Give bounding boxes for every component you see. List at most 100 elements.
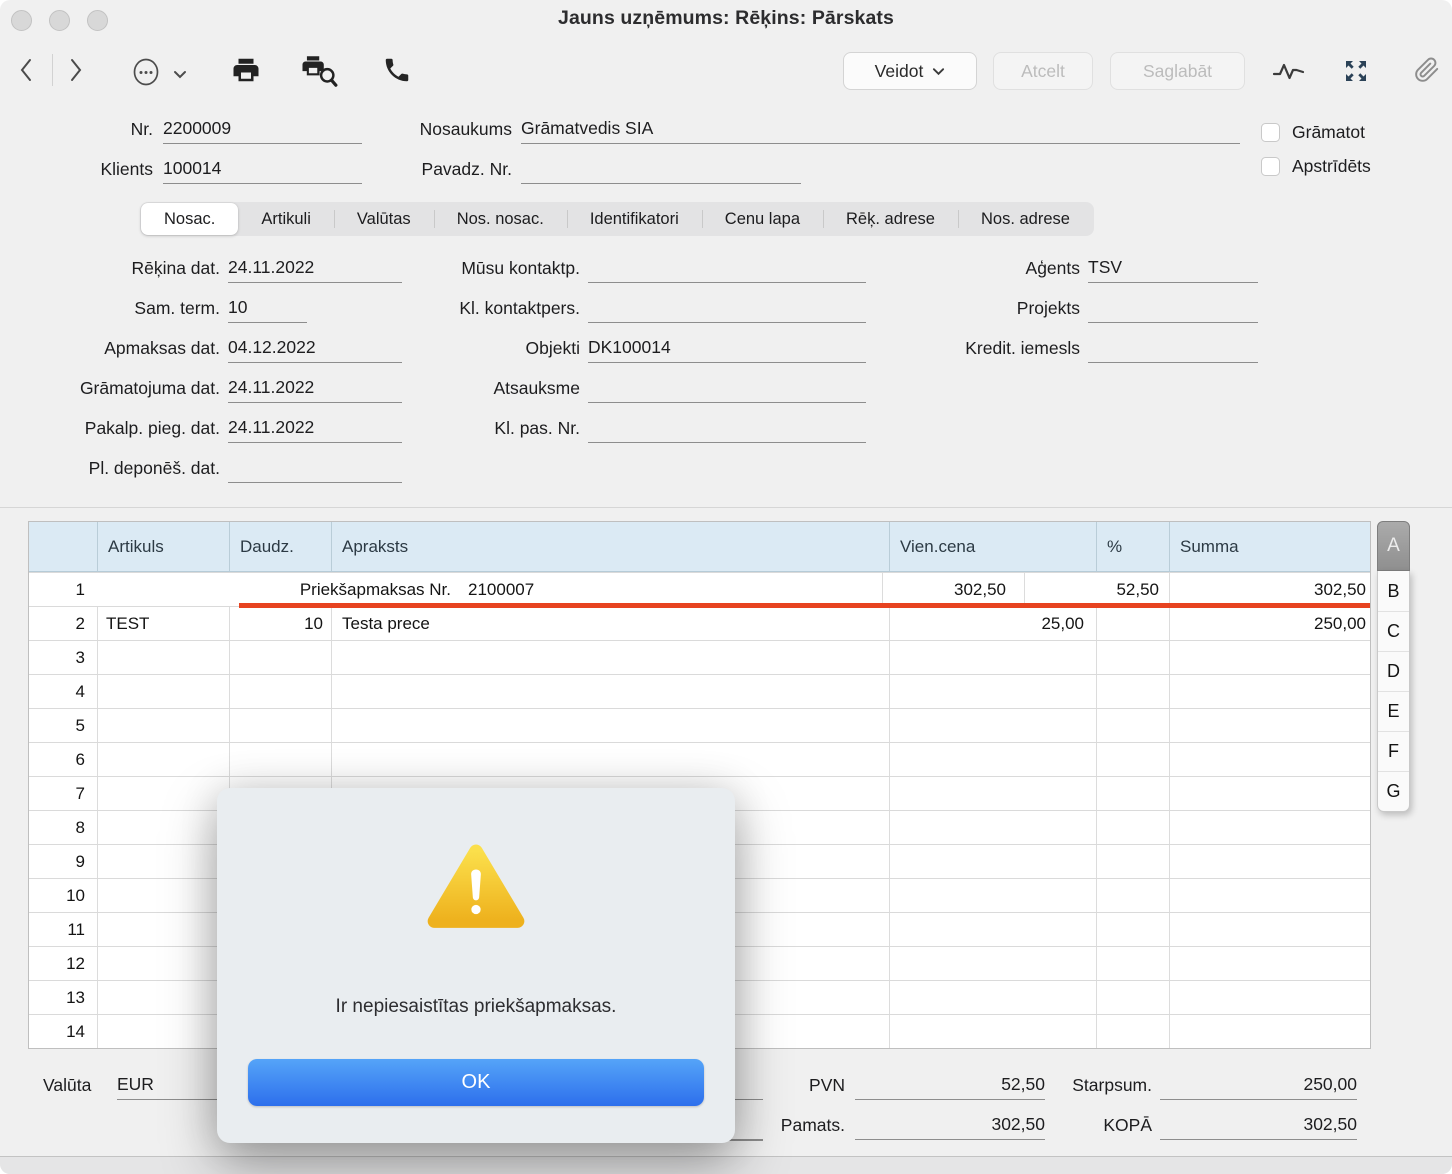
row-number-cell[interactable]: 3 <box>29 641 97 674</box>
projekts-field[interactable] <box>1088 293 1258 323</box>
row-number-cell[interactable]: 1 <box>29 573 97 606</box>
table-row-prepayment[interactable]: 1 Priekšapmaksas Nr. 2100007 302,50 52,5… <box>29 572 1370 606</box>
artikuls-cell[interactable] <box>97 947 229 980</box>
apraksts-cell[interactable] <box>331 743 889 776</box>
prepayment-sum-cell[interactable]: 302,50 <box>1169 573 1370 606</box>
artikuls-cell[interactable] <box>97 879 229 912</box>
daudz-cell[interactable] <box>229 675 331 708</box>
pct-cell[interactable] <box>1096 845 1169 878</box>
sam-term-field[interactable]: 10 <box>228 293 307 323</box>
artikuls-cell[interactable] <box>97 777 229 810</box>
tab-rek-adrese[interactable]: Rēķ. adrese <box>823 203 958 235</box>
row-number-cell[interactable]: 5 <box>29 709 97 742</box>
prepayment-price-cell[interactable]: 302,50 <box>882 573 1024 606</box>
print-preview-icon[interactable] <box>296 54 340 88</box>
summa-cell[interactable] <box>1169 947 1370 980</box>
row-number-cell[interactable]: 14 <box>29 1015 97 1048</box>
row-number-cell[interactable]: 2 <box>29 607 97 640</box>
pct-cell[interactable] <box>1096 981 1169 1014</box>
viencena-cell[interactable] <box>889 777 1096 810</box>
save-button[interactable]: Saglabāt <box>1110 52 1245 90</box>
kopa-field[interactable]: 302,50 <box>1160 1110 1357 1140</box>
nr-field[interactable]: 2200009 <box>163 114 362 144</box>
table-row[interactable]: 4 <box>29 674 1370 708</box>
pakalp-pieg-dat-field[interactable]: 24.11.2022 <box>228 413 402 443</box>
summa-cell[interactable] <box>1169 913 1370 946</box>
activity-pulse-icon[interactable] <box>1270 57 1308 85</box>
pct-cell[interactable] <box>1096 743 1169 776</box>
kredit-iemesls-field[interactable] <box>1088 333 1258 363</box>
row-number-cell[interactable]: 8 <box>29 811 97 844</box>
artikuls-cell[interactable] <box>97 845 229 878</box>
row-number-cell[interactable]: 9 <box>29 845 97 878</box>
create-button[interactable]: Veidot <box>843 52 977 90</box>
pct-cell[interactable] <box>1096 641 1169 674</box>
artikuls-cell[interactable] <box>97 675 229 708</box>
tab-nosac[interactable]: Nosac. <box>141 203 238 235</box>
summa-cell[interactable] <box>1169 1015 1370 1048</box>
tab-cenu-lapa[interactable]: Cenu lapa <box>702 203 823 235</box>
viencena-cell[interactable] <box>889 811 1096 844</box>
chevron-down-icon[interactable] <box>172 68 188 80</box>
viencena-cell[interactable] <box>889 743 1096 776</box>
table-row[interactable]: 6 <box>29 742 1370 776</box>
pct-cell[interactable] <box>1096 913 1169 946</box>
artikuls-cell[interactable] <box>97 743 229 776</box>
gramatot-checkbox[interactable] <box>1261 123 1280 142</box>
pct-cell[interactable] <box>1096 811 1169 844</box>
row-number-cell[interactable]: 13 <box>29 981 97 1014</box>
tab-identifikatori[interactable]: Identifikatori <box>567 203 702 235</box>
viencena-cell[interactable] <box>889 641 1096 674</box>
tab-nos-nosac[interactable]: Nos. nosac. <box>434 203 567 235</box>
artikuls-cell[interactable] <box>97 641 229 674</box>
viencena-cell[interactable] <box>889 675 1096 708</box>
record-menu-icon[interactable] <box>130 56 162 88</box>
pct-cell[interactable] <box>1096 607 1169 640</box>
summa-cell[interactable] <box>1169 675 1370 708</box>
pavadz-field[interactable] <box>521 154 801 184</box>
back-icon[interactable] <box>12 54 40 86</box>
viencena-cell[interactable] <box>889 981 1096 1014</box>
prepayment-number-cell[interactable]: 2100007 <box>458 573 882 606</box>
flip-tab-g[interactable]: G <box>1378 771 1409 811</box>
summa-cell[interactable] <box>1169 743 1370 776</box>
daudz-cell[interactable] <box>229 743 331 776</box>
summa-cell[interactable] <box>1169 981 1370 1014</box>
kl-pas-nr-field[interactable] <box>588 413 866 443</box>
viencena-cell[interactable] <box>889 947 1096 980</box>
artikuls-cell[interactable] <box>97 1015 229 1048</box>
nosaukums-field[interactable]: Grāmatvedis SIA <box>521 114 1240 144</box>
pct-cell[interactable] <box>1096 879 1169 912</box>
flip-tab-d[interactable]: D <box>1378 651 1409 691</box>
pct-cell[interactable] <box>1096 675 1169 708</box>
row-number-cell[interactable]: 4 <box>29 675 97 708</box>
atsauksme-field[interactable] <box>588 373 866 403</box>
summa-cell[interactable] <box>1169 811 1370 844</box>
apraksts-cell[interactable] <box>331 641 889 674</box>
objekti-field[interactable]: DK100014 <box>588 333 866 363</box>
expand-icon[interactable] <box>1340 56 1372 86</box>
klients-field[interactable]: 100014 <box>163 154 362 184</box>
summa-cell[interactable]: 250,00 <box>1169 607 1370 640</box>
table-row[interactable]: 5 <box>29 708 1370 742</box>
tab-nos-adrese[interactable]: Nos. adrese <box>958 203 1093 235</box>
artikuls-cell[interactable] <box>97 709 229 742</box>
tab-artikuli[interactable]: Artikuli <box>238 203 334 235</box>
artikuls-cell[interactable] <box>97 913 229 946</box>
pct-cell[interactable] <box>1096 777 1169 810</box>
row-number-cell[interactable]: 7 <box>29 777 97 810</box>
apraksts-cell[interactable] <box>331 709 889 742</box>
row-number-cell[interactable]: 10 <box>29 879 97 912</box>
row-number-cell[interactable]: 11 <box>29 913 97 946</box>
pamats-field[interactable]: 302,50 <box>855 1110 1045 1140</box>
daudz-cell[interactable] <box>229 709 331 742</box>
starpsum-field[interactable]: 250,00 <box>1160 1070 1357 1100</box>
musu-kontaktp-field[interactable] <box>588 253 866 283</box>
viencena-cell[interactable] <box>889 879 1096 912</box>
viencena-cell[interactable] <box>889 709 1096 742</box>
apraksts-cell[interactable]: Testa prece <box>331 607 889 640</box>
table-row-item[interactable]: 2 TEST 10 Testa prece 25,00 250,00 <box>29 606 1370 640</box>
summa-cell[interactable] <box>1169 777 1370 810</box>
pct-cell[interactable] <box>1096 947 1169 980</box>
flip-tab-a[interactable]: A <box>1377 521 1410 571</box>
